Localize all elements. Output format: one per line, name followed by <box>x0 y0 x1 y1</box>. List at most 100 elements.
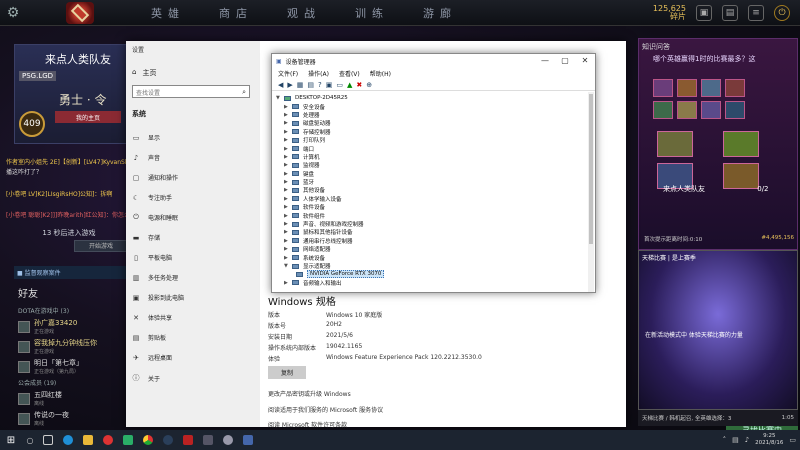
expand-arrow-icon[interactable]: ▶ <box>284 255 292 261</box>
expand-arrow-icon[interactable]: ▶ <box>284 154 292 160</box>
sidebar-item-sound[interactable]: ♪ 声音 <box>132 153 160 163</box>
netease-icon[interactable] <box>98 430 118 450</box>
edge-icon[interactable] <box>58 430 78 450</box>
friends-header[interactable]: ■ 监督观察案件 <box>14 266 130 279</box>
expand-arrow-icon[interactable]: ▶ <box>284 196 292 202</box>
sidebar-item-storage[interactable]: ▬ 存储 <box>132 233 160 243</box>
forward-icon[interactable]: ▶ <box>287 81 292 89</box>
settings-icon[interactable] <box>218 430 238 450</box>
nav-store[interactable]: 商店 <box>202 5 270 21</box>
chest-icon[interactable]: ▣ <box>696 5 712 21</box>
power-icon[interactable]: ⏻ <box>774 5 790 21</box>
notification-icon[interactable]: ▭ <box>789 436 796 444</box>
license-link[interactable]: 阅读 Microsoft 软件许可条款 <box>268 420 347 429</box>
sidebar-item-display[interactable]: ▭ 显示 <box>132 133 160 143</box>
profile-button[interactable]: 我的主页 <box>55 111 121 123</box>
uninstall-icon[interactable]: ✖ <box>356 81 362 89</box>
expand-arrow-icon[interactable]: ▶ <box>284 146 292 152</box>
profile-card[interactable]: 来点人类队友 PSG.LGD 勇士 · 令 409 我的主页 <box>14 44 134 144</box>
hero-option[interactable] <box>725 79 745 97</box>
windows-start-icon[interactable]: ⊞ <box>0 430 22 450</box>
tree-node[interactable]: ▶ 端口 <box>276 144 595 153</box>
expand-arrow-icon[interactable]: ▶ <box>284 246 292 252</box>
wechat-icon[interactable] <box>118 430 138 450</box>
tree-node[interactable]: ▶ 软件设备 <box>276 203 595 211</box>
tree-node[interactable]: ▶ 打印队列 <box>276 136 595 144</box>
collapse-arrow-icon[interactable]: ▼ <box>276 95 284 101</box>
expand-arrow-icon[interactable]: ▶ <box>284 179 292 185</box>
tree-node[interactable]: ▶ 计算机 <box>276 153 595 161</box>
expand-arrow-icon[interactable]: ▶ <box>284 221 292 227</box>
expand-arrow-icon[interactable]: ▶ <box>284 187 292 193</box>
scrollbar[interactable] <box>588 92 594 292</box>
collapse-arrow-icon[interactable]: ▼ <box>284 263 292 269</box>
sidebar-item-multitasking[interactable]: ▥ 多任务处理 <box>132 273 178 283</box>
tree-node[interactable]: ▶ 人体学输入设备 <box>276 195 595 203</box>
sidebar-item-remote[interactable]: ✈ 远程桌面 <box>132 353 172 363</box>
help-icon[interactable]: ? <box>318 81 322 89</box>
up-arrow-icon[interactable]: ˄ <box>723 436 727 444</box>
expand-arrow-icon[interactable]: ▶ <box>284 137 292 143</box>
dota-logo[interactable] <box>66 1 94 24</box>
properties-icon[interactable]: ▦ <box>297 81 304 89</box>
back-icon[interactable]: ◀ <box>278 81 283 89</box>
tree-node[interactable]: ▶ 鼠标和其他指针设备 <box>276 228 595 236</box>
tree-root[interactable]: ▼ DESKTOP-2D45R25 <box>276 94 595 102</box>
hero-option[interactable] <box>701 101 721 119</box>
friend-item[interactable]: 五四红楼 离线 <box>18 390 130 407</box>
expand-arrow-icon[interactable]: ▶ <box>284 229 292 235</box>
tree-node[interactable]: ▶ 存储控制器 <box>276 128 595 136</box>
monitor-icon[interactable]: ▭ <box>336 81 343 89</box>
tree-node[interactable]: ▶ 系统设备 <box>276 253 595 262</box>
tree-node[interactable]: ▶ 软件组件 <box>276 211 595 220</box>
tree-node[interactable]: ▶ 键盘 <box>276 170 595 178</box>
game-icon[interactable] <box>198 430 218 450</box>
menu-icon[interactable]: ≡ <box>748 5 764 21</box>
volume-icon[interactable]: ♪ <box>745 436 749 444</box>
hero-option[interactable] <box>725 101 745 119</box>
friends-group-guild[interactable]: 公会成员 (19) <box>18 378 130 387</box>
view-icon[interactable]: ▣ <box>326 81 333 89</box>
tree-node[interactable]: ▶ 蓝牙 <box>276 178 595 186</box>
sidebar-item-power[interactable]: ⏻ 电源和睡眠 <box>132 213 178 222</box>
chrome-icon[interactable] <box>138 430 158 450</box>
steam-icon[interactable] <box>158 430 178 450</box>
hero-option[interactable] <box>701 79 721 97</box>
list-icon[interactable]: ▤ <box>307 81 314 89</box>
tree-node[interactable]: ▶ 监视器 <box>276 161 595 169</box>
expand-arrow-icon[interactable]: ▶ <box>284 112 292 118</box>
play-button[interactable]: 开始游戏 <box>74 240 128 252</box>
gpu-item[interactable]: NVIDIA GeForce RTX 3070 <box>276 270 595 279</box>
tree-node[interactable]: ▶ 其他设备 <box>276 186 595 194</box>
tree-node[interactable]: ▶ 声音、视频和游戏控制器 <box>276 220 595 228</box>
expand-arrow-icon[interactable]: ▶ <box>284 238 292 244</box>
tree-node[interactable]: ▶ 安全设备 <box>276 102 595 111</box>
nav-watch[interactable]: 观战 <box>270 5 338 21</box>
sidebar-item-clipboard[interactable]: ▤ 剪贴板 <box>132 333 166 343</box>
hero-option[interactable] <box>653 101 673 119</box>
expand-arrow-icon[interactable]: ▶ <box>284 213 292 219</box>
menu-file[interactable]: 文件(F) <box>278 69 298 78</box>
nav-learn[interactable]: 训练 <box>338 5 406 21</box>
expand-arrow-icon[interactable]: ▶ <box>284 104 292 110</box>
copy-button[interactable]: 复制 <box>268 366 306 379</box>
sidebar-item-shared[interactable]: ✕ 体验共享 <box>132 313 172 323</box>
tree-node[interactable]: ▶ 音频输入和输出 <box>276 279 595 287</box>
menu-action[interactable]: 操作(A) <box>308 69 329 78</box>
sidebar-item-about[interactable]: ⓘ 关于 <box>132 373 161 383</box>
home-link[interactable]: ⌂ 主页 <box>132 68 156 78</box>
settings-search-input[interactable]: 查找设置 ⌕ <box>132 85 250 98</box>
upgrade-link[interactable]: 更改产品密钥或升级 Windows <box>268 389 351 398</box>
expand-arrow-icon[interactable]: ▶ <box>284 129 292 135</box>
expand-arrow-icon[interactable]: ▶ <box>284 171 292 177</box>
gear-icon[interactable]: ⚙ <box>0 0 26 26</box>
tree-node[interactable]: ▶ 通用串行总线控制器 <box>276 237 595 245</box>
menu-help[interactable]: 帮助(H) <box>370 69 391 78</box>
shop-icon[interactable]: ▤ <box>722 5 738 21</box>
tree-node[interactable]: ▶ 处理器 <box>276 111 595 119</box>
expand-arrow-icon[interactable]: ▶ <box>284 120 292 126</box>
update-driver-icon[interactable]: ▲ <box>347 81 352 89</box>
menu-view[interactable]: 查看(V) <box>339 69 360 78</box>
nav-arcade[interactable]: 游廊 <box>406 5 474 21</box>
hero-option[interactable] <box>677 101 697 119</box>
